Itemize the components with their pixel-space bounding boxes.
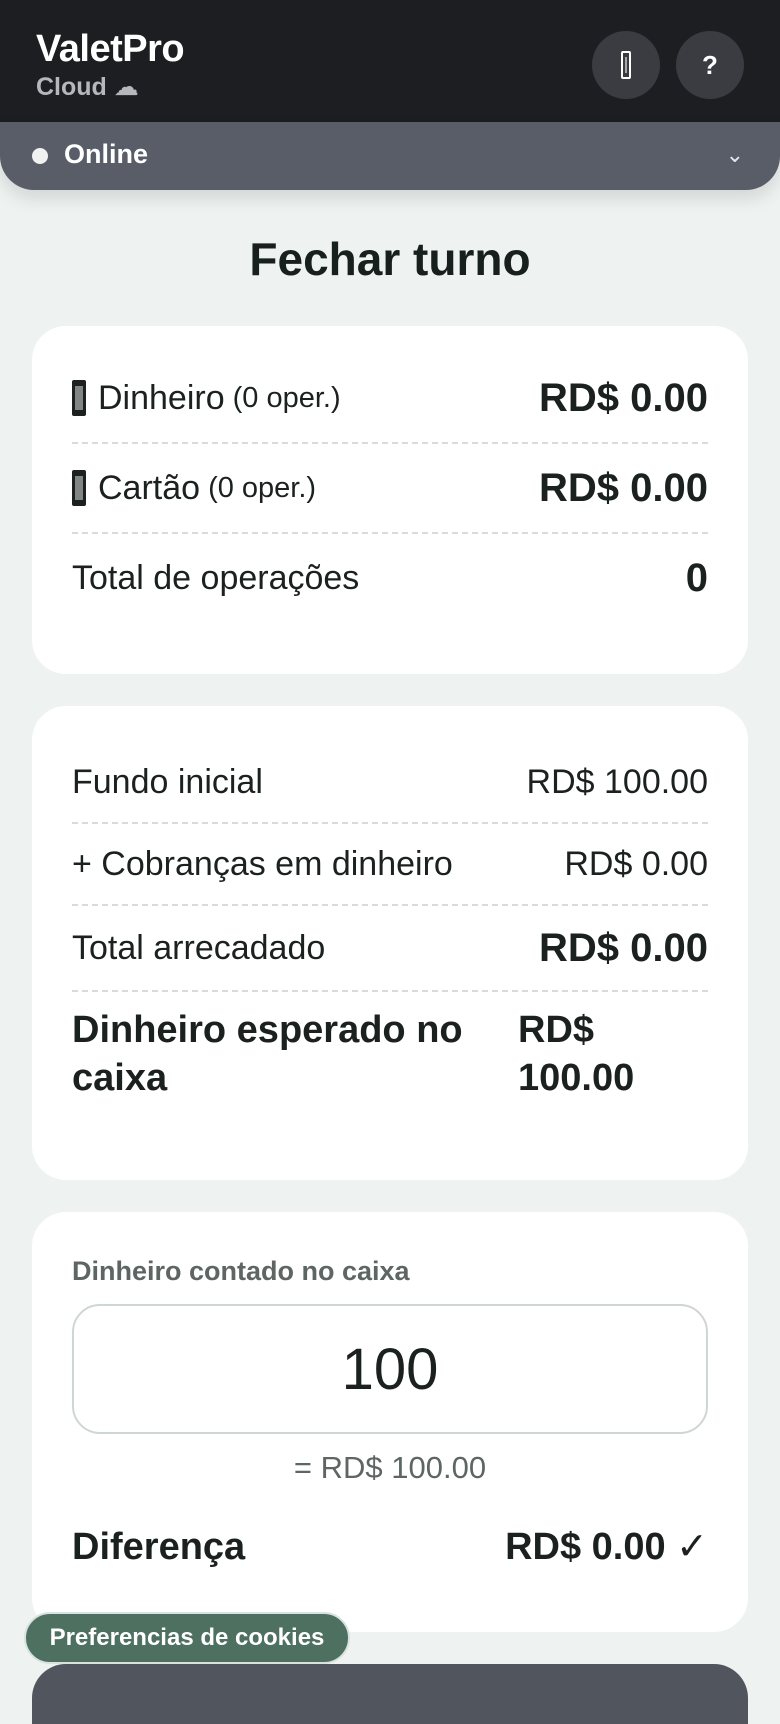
counted-cash-echo: = RD$ 100.00 — [293, 1450, 487, 1485]
credit-card-icon — [72, 470, 86, 506]
cash-charges-row: + Cobranças em dinheiro RD$ 0.00 — [72, 824, 708, 906]
total-ops-value: 0 — [685, 555, 708, 600]
status-dot-icon — [32, 148, 48, 164]
page-title: Fechar turno — [249, 233, 531, 285]
connection-status-bar[interactable]: Online ⌄ — [0, 122, 780, 190]
cashbox-card: Fundo inicial RD$ 100.00 + Cobranças em … — [32, 706, 748, 1180]
help-icon: ? — [702, 49, 718, 80]
brand-subtitle: Cloud ☁ — [36, 73, 139, 101]
counted-cash-card: Dinheiro contado no caixa = RD$ 100.00 D… — [32, 1212, 748, 1632]
help-button[interactable]: ? — [676, 31, 744, 99]
difference-label: Diferença — [72, 1526, 246, 1568]
banknote-icon — [72, 380, 86, 416]
total-ops-row: Total de operações 0 — [72, 534, 708, 622]
card-value: RD$ 0.00 — [539, 465, 708, 510]
cash-ops-count: (0 oper.) — [232, 381, 341, 414]
initial-fund-value: RD$ 100.00 — [526, 762, 708, 801]
card-label: Cartão — [98, 468, 201, 507]
total-collected-value: RD$ 0.00 — [539, 925, 708, 970]
receipt-icon — [621, 51, 631, 79]
card-ops-count: (0 oper.) — [208, 471, 317, 504]
total-ops-label: Total de operações — [72, 558, 360, 597]
brand-name: ValetPro — [36, 28, 185, 70]
card-row: Cartão (0 oper.) RD$ 0.00 — [72, 444, 708, 534]
total-collected-label: Total arrecadado — [72, 928, 326, 967]
expected-cash-value: RD$ 100.00 — [518, 1009, 635, 1099]
counted-cash-label: Dinheiro contado no caixa — [72, 1256, 410, 1286]
initial-fund-row: Fundo inicial RD$ 100.00 — [72, 742, 708, 824]
initial-fund-label: Fundo inicial — [72, 762, 263, 801]
receipt-button[interactable] — [592, 31, 660, 99]
cash-charges-value: RD$ 0.00 — [564, 844, 708, 883]
brand[interactable]: ValetPro Cloud ☁ — [36, 26, 185, 102]
cash-charges-label: + Cobranças em dinheiro — [72, 844, 453, 883]
status-label: Online — [64, 139, 149, 169]
bottom-action-bar[interactable] — [32, 1664, 748, 1724]
total-collected-row: Total arrecadado RD$ 0.00 — [72, 906, 708, 992]
difference-row: Diferença RD$ 0.00 ✓ — [72, 1512, 708, 1582]
cookie-preferences-button[interactable]: Preferencias de cookies — [24, 1612, 350, 1664]
cash-label: Dinheiro — [98, 378, 225, 417]
counted-cash-input[interactable] — [72, 1304, 708, 1434]
expected-cash-row: Dinheiro esperado no caixa RD$ 100.00 — [72, 1006, 708, 1126]
cash-value: RD$ 0.00 — [539, 375, 708, 420]
cash-row: Dinheiro (0 oper.) RD$ 0.00 — [72, 354, 708, 444]
chevron-down-icon: ⌄ — [725, 142, 744, 167]
difference-value: RD$ 0.00 ✓ — [505, 1526, 708, 1568]
top-bar: ValetPro Cloud ☁ ? — [0, 0, 780, 122]
operations-summary-card: Dinheiro (0 oper.) RD$ 0.00 Cartão (0 op… — [32, 326, 748, 674]
expected-cash-label: Dinheiro esperado no caixa — [72, 1009, 463, 1099]
